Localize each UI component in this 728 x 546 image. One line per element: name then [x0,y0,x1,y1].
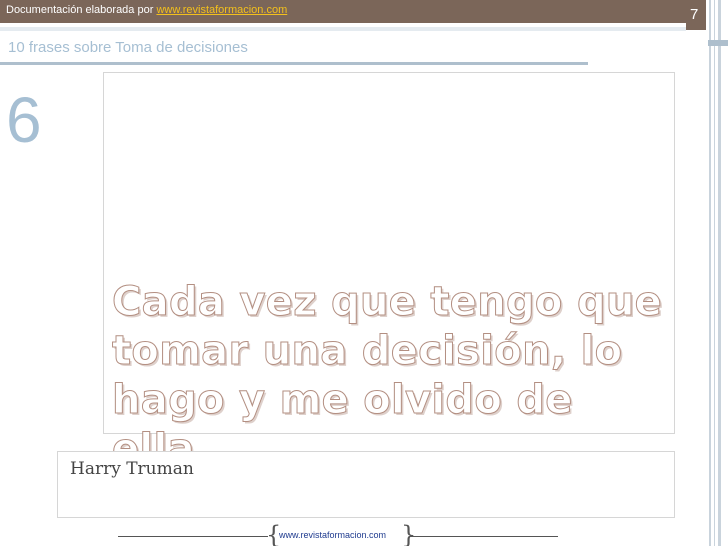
header-credit: Documentación elaborada por www.revistaf… [6,4,287,16]
quote-number: 6 [6,84,42,156]
footer-divider-right [410,536,558,537]
quote-line: tomar una decisión, lo [111,328,623,375]
decorative-horizontal-band [0,27,686,31]
decorative-vertical-line [709,0,711,546]
quote-text: Cada vez que tengo que tomar una decisió… [111,278,672,474]
slide-title: 10 frases sobre Toma de decisiones [8,39,248,56]
title-underline [0,62,588,65]
right-brace-icon: } [401,521,417,546]
quote-line: Cada vez que tengo que [111,279,663,326]
slide: Documentación elaborada por www.revistaf… [0,0,728,546]
footer-url[interactable]: www.revistaformacion.com [279,530,386,540]
header-bar: Documentación elaborada por www.revistaf… [0,0,706,23]
decorative-vertical-line [718,0,721,546]
decorative-vertical-line [714,0,715,546]
page-number: 7 [690,6,699,23]
decorative-right-tab [708,40,728,46]
footer-divider-left [118,536,268,537]
header-credit-prefix: Documentación elaborada por [6,4,157,16]
header-credit-link[interactable]: www.revistaformacion.com [156,4,287,16]
author-name: Harry Truman [70,459,194,479]
